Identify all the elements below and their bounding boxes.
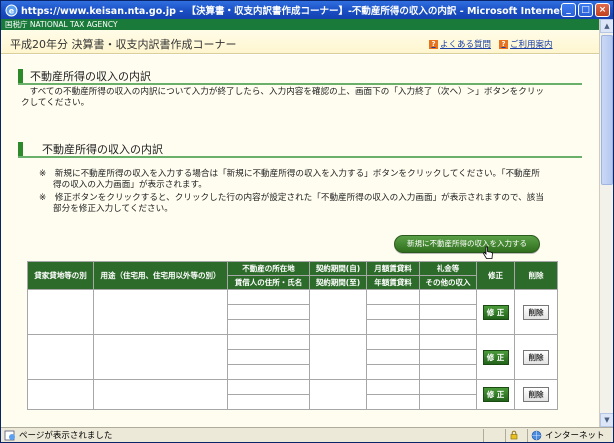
question-icon: ? (429, 39, 438, 49)
vertical-scrollbar[interactable]: ▲ ▼ (599, 19, 613, 427)
scroll-up-icon[interactable]: ▲ (600, 19, 613, 33)
edit-button[interactable]: 修 正 (482, 349, 509, 365)
site-title: 平成20年分 決算書・収支内訳書作成コーナー (10, 38, 237, 51)
section-heading: 不動産所得の収入の内訳 (18, 68, 151, 84)
heading-bar (18, 69, 23, 83)
divider (18, 83, 582, 85)
page-done-icon (4, 430, 16, 441)
edit-button[interactable]: 修 正 (482, 387, 509, 402)
delete-button[interactable]: 削除 (523, 349, 549, 365)
header-delete: 削除 (514, 261, 558, 290)
status-text: ページが表示されました (19, 431, 113, 441)
browser-window: e https://www.keisan.nta.go.jp - 【決算書・収支… (0, 0, 614, 443)
scroll-thumb[interactable] (601, 35, 613, 185)
scroll-down-icon[interactable]: ▼ (600, 413, 613, 427)
note-edit: ※ 修正ボタンをクリックすると、クリックした行の内容が設定された「不動産所得の収… (39, 193, 544, 214)
table-row: 修 正 削除 (27, 289, 558, 335)
main-content: 不動産所得の収入の内訳 すべての不動産所得の収入の内訳について入力が終了したら、… (1, 55, 599, 427)
header-term-to: 契約期間(至) (309, 275, 367, 290)
site-header: 平成20年分 決算書・収支内訳書作成コーナー ? よくある質問 ? ご利用案内 (1, 30, 599, 54)
header-type: 貸家貸地等の別 (27, 261, 94, 290)
heading-bar (18, 142, 23, 156)
security-zone: インターネット (527, 428, 613, 442)
status-bar: ページが表示されました インターネット (1, 427, 613, 442)
svg-text:e: e (8, 6, 14, 15)
maximize-button[interactable]: □ (578, 3, 593, 17)
note-new: ※ 新規に不動産所得の収入を入力する場合は「新規に不動産所得の収入を入力する」ボ… (39, 169, 540, 190)
delete-button[interactable]: 削除 (523, 304, 549, 320)
table-row: 修 正 削除 (27, 334, 558, 380)
question-icon: ? (499, 39, 508, 49)
header-location: 不動産の所在地 (227, 261, 310, 276)
guide-link-label: ご利用案内 (510, 40, 553, 50)
minimize-button[interactable]: _ (561, 3, 576, 17)
table-header-row: 貸家貸地等の別 用途（住宅用、住宅用以外等の別） 不動産の所在地 契約期間(自)… (27, 261, 558, 290)
delete-button[interactable]: 削除 (523, 387, 549, 402)
globe-icon (531, 430, 542, 440)
page-viewport: 国税庁 NATIONAL TAX AGENCY 平成20年分 決算書・収支内訳書… (1, 19, 599, 427)
edit-button[interactable]: 修 正 (482, 304, 509, 320)
header-key-money: 礼金等 (419, 261, 477, 276)
section-title: 不動産所得の収入の内訳 (30, 70, 151, 83)
header-term-from: 契約期間(自) (309, 261, 367, 276)
section-title: 不動産所得の収入の内訳 (42, 143, 163, 156)
ie-icon: e (4, 3, 18, 17)
section-heading: 不動産所得の収入の内訳 (18, 141, 163, 157)
title-bar: e https://www.keisan.nta.go.jp - 【決算書・収支… (1, 1, 613, 19)
agency-bar: 国税庁 NATIONAL TAX AGENCY (1, 19, 599, 30)
divider (18, 156, 582, 158)
header-edit: 修正 (476, 261, 515, 290)
close-button[interactable]: × (595, 3, 610, 17)
header-other-income: その他の収入 (419, 275, 477, 290)
header-monthly-rent: 月額賃貸料 (366, 261, 420, 276)
header-annual-rent: 年額賃貸料 (366, 275, 420, 290)
lock-icon (505, 428, 527, 442)
window-title: https://www.keisan.nta.go.jp - 【決算書・収支内訳… (21, 6, 561, 17)
income-table: 貸家貸地等の別 用途（住宅用、住宅用以外等の別） 不動産の所在地 契約期間(自)… (27, 261, 558, 410)
header-tenant: 賃借人の住所・氏名 (227, 275, 310, 290)
section-description: すべての不動産所得の収入の内訳について入力が終了したら、入力内容を確認の上、画面… (21, 87, 545, 108)
faq-link-label: よくある質問 (440, 40, 492, 50)
header-usage: 用途（住宅用、住宅用以外等の別） (93, 261, 228, 290)
new-income-button[interactable]: 新規に不動産所得の収入を入力する (394, 235, 540, 253)
faq-link[interactable]: ? よくある質問 (429, 38, 491, 50)
table-row: 修 正 削除 (27, 379, 558, 410)
guide-link[interactable]: ? ご利用案内 (499, 38, 553, 50)
